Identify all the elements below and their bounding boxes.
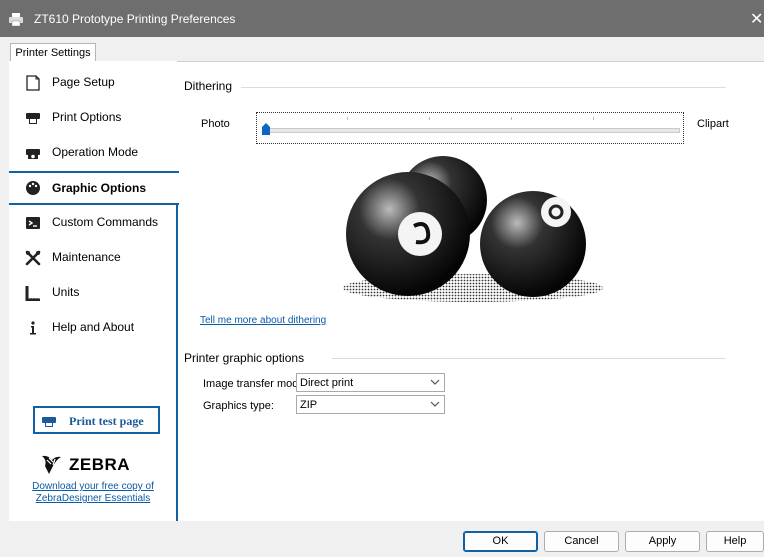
sidebar-item-units[interactable]: Units [9, 275, 177, 310]
clipart-label: Clipart [697, 118, 729, 130]
graphics-type-label: Graphics type: [203, 400, 274, 412]
ok-button[interactable]: OK [463, 531, 538, 552]
image-transfer-mode-select[interactable]: Direct print [296, 373, 445, 392]
cancel-button[interactable]: Cancel [544, 531, 619, 552]
print-test-page-label: Print test page [69, 414, 144, 428]
sidebar-item-label: Custom Commands [52, 215, 159, 229]
terminal-icon [26, 217, 40, 229]
download-link-line1: Download your free copy of [32, 481, 154, 492]
sidebar-item-graphic-options[interactable]: Graphic Options [9, 171, 179, 205]
chevron-down-icon [430, 401, 440, 407]
dithering-help-link[interactable]: Tell me more about dithering [200, 315, 326, 326]
printer-gear-icon [26, 149, 40, 159]
close-button[interactable]: ✕ [750, 9, 763, 29]
dithering-slider[interactable] [256, 112, 684, 144]
sidebar-item-help-and-about[interactable]: Help and About [9, 310, 177, 345]
sidebar-item-label: Maintenance [52, 250, 121, 264]
tools-icon [25, 250, 41, 266]
title-bar: ZT610 Prototype Printing Preferences ✕ [0, 0, 764, 37]
slider-tick [593, 117, 594, 120]
zebra-wordmark: ZEBRA [69, 455, 131, 474]
slider-tick [429, 117, 430, 120]
graphic-options-divider [332, 358, 726, 359]
dialog-button-bar: OK Cancel Apply Help [0, 521, 764, 557]
window-title: ZT610 Prototype Printing Preferences [34, 12, 236, 26]
help-button[interactable]: Help [706, 531, 764, 552]
printer-icon [26, 113, 40, 124]
printer-icon [42, 417, 56, 427]
image-transfer-mode-value: Direct print [300, 377, 354, 389]
info-icon [30, 321, 36, 335]
download-link-line2: ZebraDesigner Essentials [35, 493, 151, 504]
palette-icon [26, 181, 40, 195]
dithering-divider [241, 87, 726, 88]
image-transfer-mode-label: Image transfer mode: [203, 378, 308, 390]
ruler-icon [25, 286, 40, 301]
photo-label: Photo [201, 118, 230, 130]
graphics-type-select[interactable]: ZIP [296, 395, 445, 414]
tab-printer-settings[interactable]: Printer Settings [10, 43, 96, 62]
zebra-head-icon [42, 455, 61, 474]
sidebar-item-custom-commands[interactable]: Custom Commands [9, 205, 177, 240]
sidebar-item-operation-mode[interactable]: Operation Mode [9, 135, 177, 170]
sidebar: Page Setup Print Options Operation Mode … [9, 61, 179, 521]
sidebar-item-label: Operation Mode [52, 145, 139, 159]
dithering-preview-image [340, 156, 606, 304]
download-link[interactable]: Download your free copy of ZebraDesigner… [9, 481, 177, 505]
zebra-logo: ZEBRA [39, 454, 163, 476]
tab-strip: Printer Settings [0, 37, 764, 62]
sidebar-item-maintenance[interactable]: Maintenance [9, 240, 177, 275]
printer-graphic-options-title: Printer graphic options [184, 351, 305, 365]
print-test-page-button[interactable]: Print test page [33, 406, 160, 434]
sidebar-item-print-options[interactable]: Print Options [9, 100, 177, 135]
sidebar-item-label: Print Options [52, 110, 122, 124]
page-icon [26, 75, 40, 91]
slider-tick [511, 117, 512, 120]
sidebar-item-page-setup[interactable]: Page Setup [9, 65, 177, 100]
slider-tick [347, 117, 348, 120]
sidebar-item-label: Units [52, 285, 80, 299]
apply-button[interactable]: Apply [625, 531, 700, 552]
sidebar-item-label: Page Setup [52, 75, 115, 89]
slider-thumb[interactable] [262, 123, 270, 135]
graphics-type-value: ZIP [300, 399, 318, 411]
printer-icon [9, 13, 23, 26]
slider-track [264, 128, 680, 133]
sidebar-item-label: Help and About [52, 320, 135, 334]
graphic-options-content: Dithering Photo Clipart Tell me more abo… [177, 61, 764, 521]
chevron-down-icon [430, 379, 440, 385]
sidebar-item-label: Graphic Options [52, 181, 147, 195]
dithering-title: Dithering [184, 79, 233, 93]
